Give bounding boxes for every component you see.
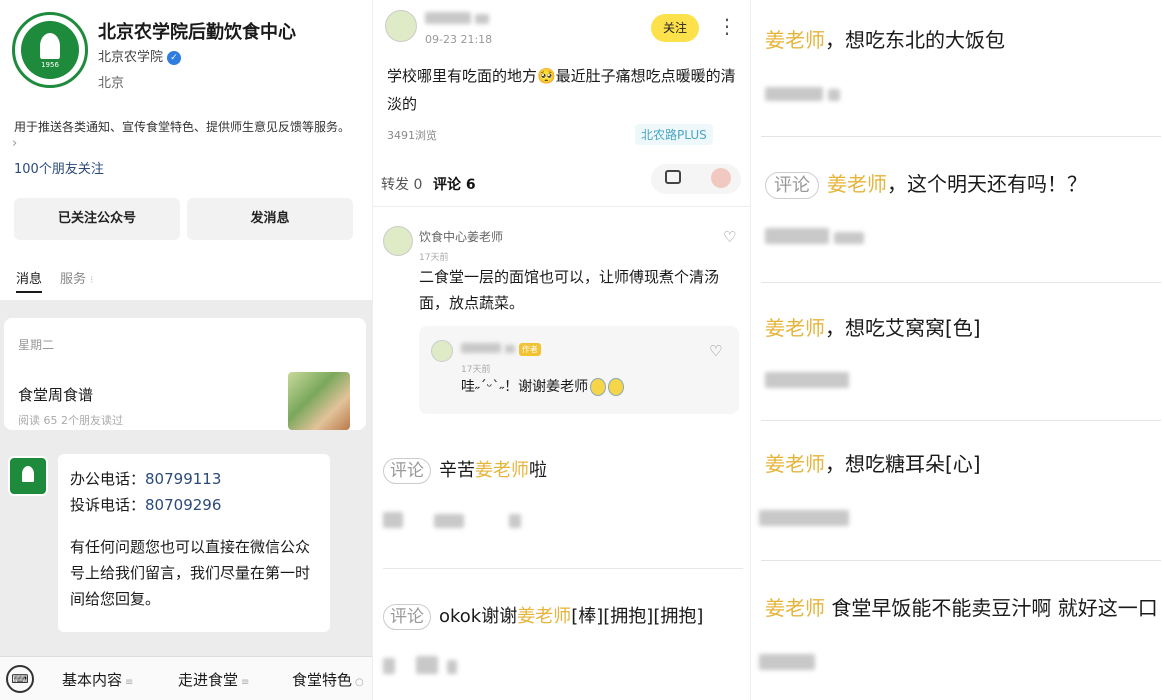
like-icon[interactable]: ♡	[709, 342, 722, 360]
commenter-name[interactable]: 饮食中心姜老师	[419, 228, 503, 245]
more-icon[interactable]: ⋮	[717, 14, 737, 38]
comment-actions[interactable]	[651, 164, 741, 194]
view-count: 3491浏览	[387, 129, 437, 142]
message-entry: 评论 姜老师，这个明天还有吗！？	[765, 168, 1087, 199]
divider	[373, 206, 750, 207]
auto-reply-bubble: 办公电话：80799113 投诉电话：80709296 有任何问题您也可以直接在…	[58, 454, 330, 632]
message-entry: 姜老师 食堂早饭能不能卖豆汁啊 就好这一口	[765, 596, 1158, 620]
messages-panel: 姜老师，想吃东北的大饭包 评论 姜老师，这个明天还有吗！？ 姜老师，想吃艾窝窝[色…	[750, 0, 1164, 700]
reply-author[interactable]: 作者	[461, 342, 541, 356]
complaint-phone[interactable]: 80709296	[145, 496, 221, 514]
followed-button[interactable]: 已关注公众号	[14, 198, 180, 240]
comment-text: 二食堂一层的面馆也可以，让师傅现煮个清汤面，放点蔬菜。	[419, 268, 720, 312]
article-title[interactable]: 食堂周食谱	[18, 384, 93, 405]
redacted-text	[765, 372, 849, 392]
comment-time: 17天前	[419, 253, 449, 263]
account-description: 用于推送各类通知、宣传食堂特色、提供师生意见反馈等服务。	[14, 120, 351, 134]
keyboard-icon[interactable]: ⌨	[6, 665, 34, 693]
post-panel: 09-23 21:18 关注 ⋮ 学校哪里有吃面的地方🥺最近肚子痛想吃点暖暖的清…	[372, 0, 750, 700]
reply-time: 17天前	[461, 365, 491, 375]
redacted-text	[765, 86, 841, 105]
article-thumbnail[interactable]	[288, 372, 350, 430]
divider	[761, 420, 1161, 421]
redacted-text	[759, 510, 849, 530]
divider	[761, 282, 1161, 283]
post-text: 学校哪里有吃面的地方🥺最近肚子痛想吃点暖暖的清淡的	[387, 67, 736, 113]
reply-box: 作者 17天前 哇˶ˊᵕˋ˶！谢谢姜老师 ♡	[419, 326, 739, 414]
message-entry: 姜老师，想吃东北的大饭包	[765, 28, 1005, 52]
university-logo: 1956	[12, 12, 88, 88]
menu-canteen[interactable]: 走进食堂 ≡	[178, 669, 249, 690]
office-phone[interactable]: 80799113	[145, 470, 221, 488]
message-entry: 姜老师，想吃艾窝窝[色]	[765, 316, 981, 340]
comment-tag: 评论	[765, 172, 819, 199]
comment-icon[interactable]	[665, 170, 681, 184]
message-entry: 姜老师，想吃糖耳朵[心]	[765, 452, 981, 476]
account-location: 北京	[98, 76, 125, 91]
redacted-text	[765, 228, 865, 248]
reply-avatar[interactable]	[431, 340, 453, 362]
send-message-button[interactable]: 发消息	[187, 198, 353, 240]
like-icon[interactable]: ♡	[723, 228, 736, 246]
auto-reply-text: 有任何问题您也可以直接在微信公众号上给我们留言，我们尽量在第一时间给您回复。	[70, 538, 311, 608]
redacted-text	[759, 654, 815, 674]
tab-messages[interactable]: 消息	[16, 268, 43, 293]
account-panel: 1956 北京农学院后勤饮食中心 北京农学院 ✓ 北京 用于推送各类通知、宣传食堂…	[0, 0, 372, 700]
account-avatar[interactable]	[8, 456, 48, 496]
commenter-avatar[interactable]	[383, 226, 413, 256]
divider	[761, 136, 1161, 137]
bottom-menu-bar: ⌨ 基本内容 ≡ 走进食堂 ≡ 食堂特色 ○	[0, 656, 372, 700]
topic-tag[interactable]: 北农路PLUS	[635, 124, 713, 145]
verified-icon: ✓	[167, 50, 182, 65]
reply-text: 哇˶ˊᵕˋ˶！谢谢姜老师	[461, 376, 625, 396]
divider	[383, 568, 743, 569]
chevron-right-icon[interactable]: ›	[12, 136, 17, 151]
emoji-icon	[608, 378, 625, 396]
article-stats: 阅读 65 2个朋友读过	[18, 414, 123, 427]
comment-tag: 评论	[383, 458, 431, 484]
friends-following[interactable]: 100个朋友关注	[14, 158, 104, 177]
post-time: 09-23 21:18	[425, 33, 493, 46]
emoji-icon	[590, 378, 607, 396]
message-entry: 评论 辛苦姜老师啦	[383, 456, 547, 484]
weekday-label: 星期二	[18, 338, 55, 352]
divider	[761, 560, 1161, 561]
comment-tag: 评论	[383, 604, 431, 630]
mini-avatar	[711, 168, 731, 188]
menu-basic[interactable]: 基本内容 ≡	[62, 669, 133, 690]
account-name: 北京农学院后勤饮食中心	[98, 22, 296, 43]
tab-repost[interactable]: 转发 0	[381, 174, 422, 194]
redacted-text	[383, 512, 522, 532]
message-entry: 评论 okok谢谢姜老师[棒][拥抱][拥抱]	[383, 602, 703, 630]
user-name-redacted[interactable]	[425, 12, 490, 28]
user-avatar[interactable]	[385, 10, 417, 42]
account-org: 北京农学院 ✓	[98, 46, 182, 65]
menu-features[interactable]: 食堂特色 ○	[292, 669, 364, 690]
tab-comment[interactable]: 评论 6	[433, 174, 476, 194]
tab-services[interactable]: 服务 ⁝	[60, 268, 93, 287]
author-badge: 作者	[518, 343, 541, 356]
follow-button[interactable]: 关注	[651, 14, 699, 42]
redacted-text	[383, 656, 458, 678]
